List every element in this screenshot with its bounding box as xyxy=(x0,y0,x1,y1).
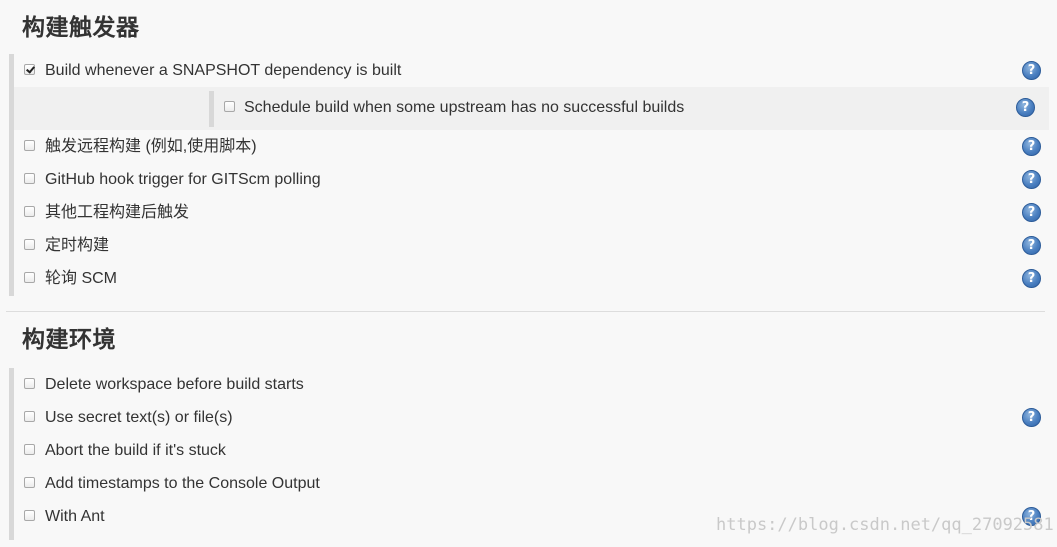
github-hook-checkbox[interactable] xyxy=(24,173,35,184)
abort-stuck-label: Abort the build if it's stuck xyxy=(45,442,226,459)
abort-stuck-checkbox[interactable] xyxy=(24,444,35,455)
upstream-no-success-checkbox[interactable] xyxy=(224,101,235,112)
trigger-upstream-no-success[interactable]: Schedule build when some upstream has no… xyxy=(214,92,1040,125)
remote-build-label: 触发远程构建 (例如,使用脚本) xyxy=(45,138,257,155)
snapshot-dependency-label: Build whenever a SNAPSHOT dependency is … xyxy=(45,62,402,79)
section-divider xyxy=(6,311,1045,312)
snapshot-nested-options: Schedule build when some upstream has no… xyxy=(14,87,1049,130)
env-secret-text[interactable]: Use secret text(s) or file(s) ? xyxy=(14,401,1049,434)
after-other-projects-checkbox[interactable] xyxy=(24,206,35,217)
upstream-no-success-label: Schedule build when some upstream has no… xyxy=(244,99,685,116)
secret-text-label: Use secret text(s) or file(s) xyxy=(45,409,233,426)
trigger-snapshot-dependency[interactable]: Build whenever a SNAPSHOT dependency is … xyxy=(14,54,1049,87)
poll-scm-label: 轮询 SCM xyxy=(45,270,118,287)
help-icon[interactable]: ? xyxy=(1022,170,1041,189)
help-icon[interactable]: ? xyxy=(1022,269,1041,288)
poll-scm-checkbox[interactable] xyxy=(24,272,35,283)
watermark-text: https://blog.csdn.net/qq_27092581 xyxy=(716,515,1054,535)
after-other-projects-label: 其他工程构建后触发 xyxy=(45,204,190,221)
help-icon[interactable]: ? xyxy=(1022,137,1041,156)
env-add-timestamps[interactable]: Add timestamps to the Console Output xyxy=(14,467,1049,500)
build-triggers-title: 构建触发器 xyxy=(22,15,140,41)
trigger-poll-scm[interactable]: 轮询 SCM ? xyxy=(14,262,1049,295)
jenkins-config-page: 构建触发器 Build whenever a SNAPSHOT dependen… xyxy=(0,0,1057,547)
periodic-build-label: 定时构建 xyxy=(45,237,110,254)
remote-build-checkbox[interactable] xyxy=(24,140,35,151)
help-icon[interactable]: ? xyxy=(1022,236,1041,255)
delete-workspace-label: Delete workspace before build starts xyxy=(45,376,304,393)
with-ant-label: With Ant xyxy=(45,508,105,525)
help-icon[interactable]: ? xyxy=(1022,203,1041,222)
with-ant-checkbox[interactable] xyxy=(24,510,35,521)
trigger-remote-build[interactable]: 触发远程构建 (例如,使用脚本) ? xyxy=(14,130,1049,163)
trigger-after-other-projects[interactable]: 其他工程构建后触发 ? xyxy=(14,196,1049,229)
help-icon[interactable]: ? xyxy=(1022,61,1041,80)
env-delete-workspace[interactable]: Delete workspace before build starts xyxy=(14,368,1049,401)
trigger-periodic-build[interactable]: 定时构建 ? xyxy=(14,229,1049,262)
add-timestamps-label: Add timestamps to the Console Output xyxy=(45,475,320,492)
build-environment-title: 构建环境 xyxy=(22,327,116,353)
help-icon[interactable]: ? xyxy=(1022,408,1041,427)
github-hook-label: GitHub hook trigger for GITScm polling xyxy=(45,171,321,188)
periodic-build-checkbox[interactable] xyxy=(24,239,35,250)
secret-text-checkbox[interactable] xyxy=(24,411,35,422)
env-abort-stuck[interactable]: Abort the build if it's stuck xyxy=(14,434,1049,467)
snapshot-dependency-checkbox[interactable] xyxy=(24,64,35,75)
trigger-github-hook[interactable]: GitHub hook trigger for GITScm polling ? xyxy=(14,163,1049,196)
add-timestamps-checkbox[interactable] xyxy=(24,477,35,488)
help-icon[interactable]: ? xyxy=(1016,98,1035,117)
delete-workspace-checkbox[interactable] xyxy=(24,378,35,389)
